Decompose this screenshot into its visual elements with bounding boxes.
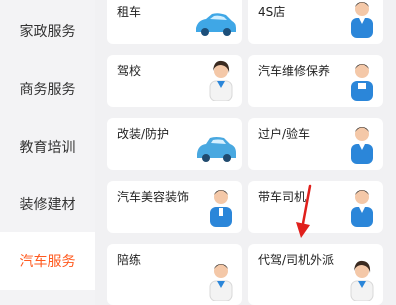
staff-icon xyxy=(345,57,379,105)
sidebar-item-auto-services[interactable]: 汽车服务 xyxy=(0,232,95,290)
service-card-label: 汽车维修保养 xyxy=(258,64,331,78)
car-icon xyxy=(194,134,238,168)
service-card-label: 过户/验车 xyxy=(258,127,311,141)
service-card-label: 汽车美容装饰 xyxy=(117,190,190,204)
sidebar-item-label: 教育培训 xyxy=(19,140,76,156)
service-card-transfer-inspection[interactable]: 过户/验车 xyxy=(248,118,383,170)
sidebar-item-label: 装修建材 xyxy=(19,197,76,213)
sidebar-item-decoration[interactable]: 装修建材 xyxy=(0,175,95,233)
service-card-label: 改装/防护 xyxy=(117,127,170,141)
sidebar-item-education[interactable]: 教育培训 xyxy=(0,118,95,176)
service-card-modification[interactable]: 改装/防护 xyxy=(107,118,242,170)
service-card-label: 陪练 xyxy=(117,253,142,267)
category-sidebar: 家政服务 商务服务 教育培训 装修建材 汽车服务 xyxy=(0,0,95,305)
service-card-car-rental[interactable]: 租车 xyxy=(107,0,242,44)
service-card-label: 4S店 xyxy=(258,5,286,19)
sidebar-item-housekeeping[interactable]: 家政服务 xyxy=(0,2,95,60)
service-card-driving-school[interactable]: 驾校 xyxy=(107,55,242,107)
service-card-label: 带车司机 xyxy=(258,190,307,204)
sidebar-item-label: 商务服务 xyxy=(19,82,76,98)
service-card-4s-store[interactable]: 4S店 xyxy=(248,0,383,44)
staff-icon xyxy=(204,57,238,105)
service-card-label: 代驾/司机外派 xyxy=(258,253,335,267)
service-card-designated-driver[interactable]: 代驾/司机外派 xyxy=(248,244,383,305)
service-grid: 租车 4S店 驾校 汽车维修保养 改装/防护 过户/验车 汽车美容装饰 带车司机… xyxy=(95,0,396,305)
sidebar-item-label: 汽车服务 xyxy=(19,254,76,270)
service-card-chauffeur-with-car[interactable]: 带车司机 xyxy=(248,181,383,233)
service-card-repair-maintenance[interactable]: 汽车维修保养 xyxy=(248,55,383,107)
service-card-beauty-decoration[interactable]: 汽车美容装饰 xyxy=(107,181,242,233)
staff-icon xyxy=(345,257,379,305)
staff-icon xyxy=(204,257,238,305)
service-card-label: 租车 xyxy=(117,5,142,19)
service-card-practice-driving[interactable]: 陪练 xyxy=(107,244,242,305)
staff-icon xyxy=(345,183,379,231)
service-card-label: 驾校 xyxy=(117,64,142,78)
car-icon xyxy=(192,8,238,42)
staff-icon xyxy=(345,0,379,42)
staff-icon xyxy=(204,183,238,231)
staff-icon xyxy=(345,120,379,168)
sidebar-item-business[interactable]: 商务服务 xyxy=(0,60,95,118)
sidebar-item-label: 家政服务 xyxy=(19,24,76,40)
